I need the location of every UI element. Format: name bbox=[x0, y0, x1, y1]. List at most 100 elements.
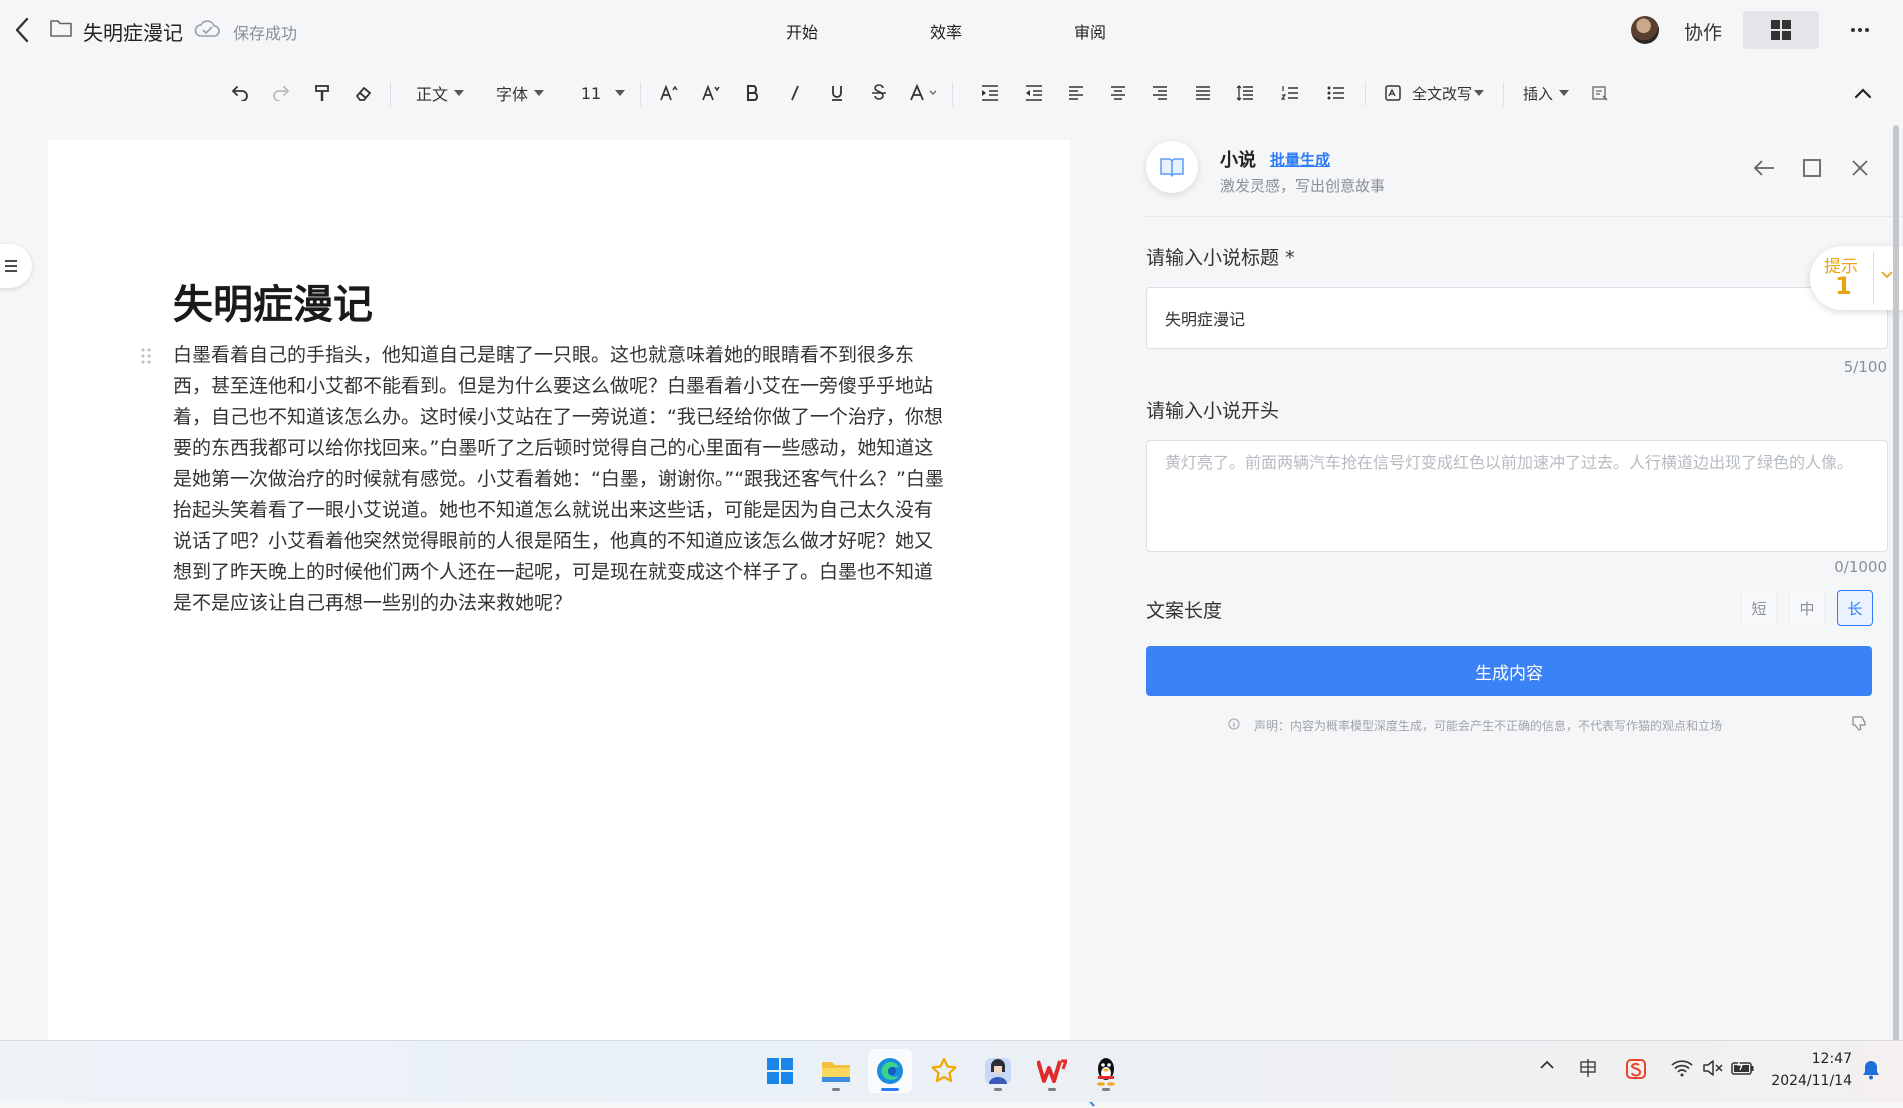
panel-close-button[interactable] bbox=[1846, 154, 1874, 182]
opening-field-label: 请输入小说开头 bbox=[1146, 400, 1280, 422]
panel-maximize-button[interactable] bbox=[1798, 154, 1826, 182]
line-spacing-button[interactable] bbox=[1231, 70, 1259, 116]
ordered-list-button[interactable] bbox=[1276, 70, 1304, 116]
strikethrough-button[interactable] bbox=[865, 70, 893, 116]
edge-browser-button[interactable] bbox=[868, 1049, 912, 1093]
wps-office-button[interactable] bbox=[1030, 1049, 1074, 1093]
user-avatar[interactable] bbox=[1631, 16, 1659, 44]
document-title[interactable]: 失明症漫记 bbox=[173, 272, 373, 330]
clock-date[interactable]: 2024/11/14 bbox=[1768, 1073, 1852, 1089]
indent-decrease-button[interactable] bbox=[1020, 70, 1048, 116]
caret-down-icon bbox=[1559, 90, 1569, 96]
menu-start[interactable]: 开始 bbox=[786, 19, 818, 43]
font-color-icon bbox=[910, 84, 937, 101]
menu-review[interactable]: 审阅 bbox=[1074, 19, 1106, 43]
more-options-button[interactable] bbox=[1846, 18, 1874, 42]
hint-badge[interactable]: 提示 1 bbox=[1810, 246, 1903, 310]
underline-icon bbox=[832, 86, 842, 101]
ai-rewrite-icon bbox=[1385, 85, 1401, 101]
bold-icon bbox=[747, 85, 759, 101]
thumbs-down-icon bbox=[1852, 716, 1866, 731]
grid-icon bbox=[1771, 20, 1791, 40]
insert-menu-button[interactable]: 插入 bbox=[1520, 70, 1572, 116]
full-rewrite-label: 全文改写 bbox=[1412, 84, 1473, 103]
decrease-font-icon bbox=[702, 84, 720, 101]
active-indicator bbox=[881, 1088, 899, 1091]
panel-back-button[interactable] bbox=[1750, 154, 1778, 182]
clock-time[interactable]: 12:47 bbox=[1768, 1051, 1852, 1067]
book-icon bbox=[1146, 141, 1198, 193]
qq-penguin-icon bbox=[1097, 1058, 1115, 1086]
font-color-button[interactable] bbox=[906, 70, 942, 116]
chevron-left-icon bbox=[15, 17, 29, 43]
strikethrough-icon bbox=[872, 84, 886, 100]
undo-button[interactable] bbox=[226, 70, 254, 116]
chevron-up-icon bbox=[1854, 88, 1872, 99]
paragraph-style-select[interactable]: 正文 bbox=[410, 70, 470, 116]
full-rewrite-button[interactable]: 全文改写 bbox=[1384, 70, 1494, 116]
format-painter-button[interactable] bbox=[308, 70, 336, 116]
panel-divider bbox=[1146, 216, 1903, 217]
italic-button[interactable] bbox=[781, 70, 809, 116]
justify-button[interactable] bbox=[1189, 70, 1217, 116]
info-icon bbox=[1228, 718, 1240, 730]
document-page[interactable]: 失明症漫记 白墨看着自己的手指头，他知道自己是瞎了一只眼。这也就意味着她的眼睛看… bbox=[48, 140, 1095, 1107]
align-center-button[interactable] bbox=[1104, 70, 1132, 116]
novel-opening-textarea[interactable] bbox=[1146, 440, 1888, 552]
running-indicator bbox=[994, 1088, 1002, 1091]
font-family-label: 字体 bbox=[495, 85, 528, 104]
decrease-font-button[interactable] bbox=[697, 70, 725, 116]
underline-button[interactable] bbox=[823, 70, 851, 116]
clear-format-button[interactable] bbox=[350, 70, 378, 116]
favorites-button[interactable] bbox=[922, 1049, 966, 1093]
font-size-select[interactable]: 11 bbox=[575, 70, 631, 116]
redo-button[interactable] bbox=[267, 70, 295, 116]
drag-handle-icon[interactable] bbox=[141, 348, 151, 364]
maximize-icon bbox=[1803, 159, 1821, 177]
bullet-list-button[interactable] bbox=[1322, 70, 1350, 116]
novel-generator-panel: 小说 批量生成 激发灵感，写出创意故事 请输入小说标题 * 5/100 请输入小… bbox=[1110, 130, 1903, 1060]
preview-button[interactable] bbox=[1587, 70, 1613, 116]
bold-button[interactable] bbox=[739, 70, 767, 116]
font-size-label: 11 bbox=[580, 83, 602, 103]
document-name[interactable]: 失明症漫记 bbox=[83, 17, 183, 46]
feedback-button[interactable] bbox=[1851, 715, 1867, 731]
notification-bell-icon[interactable] bbox=[1862, 1060, 1880, 1080]
volume-muted-icon[interactable] bbox=[1702, 1059, 1724, 1077]
novel-title-input[interactable] bbox=[1146, 287, 1888, 349]
wifi-icon[interactable] bbox=[1671, 1059, 1693, 1077]
indent-increase-button[interactable] bbox=[976, 70, 1004, 116]
show-hidden-icons-button[interactable] bbox=[1539, 1059, 1555, 1071]
generate-content-button[interactable]: 生成内容 bbox=[1146, 646, 1872, 696]
back-button[interactable] bbox=[6, 14, 38, 46]
folder-icon[interactable] bbox=[49, 18, 73, 38]
outline-toggle-button[interactable] bbox=[0, 244, 32, 288]
font-family-select[interactable]: 字体 bbox=[490, 70, 550, 116]
battery-icon[interactable] bbox=[1731, 1059, 1755, 1077]
sogou-icon[interactable] bbox=[1626, 1059, 1646, 1079]
qq-button[interactable] bbox=[1084, 1049, 1128, 1093]
chevron-down-icon[interactable] bbox=[1880, 270, 1894, 280]
length-long-button[interactable]: 长 bbox=[1837, 590, 1873, 626]
start-button[interactable] bbox=[758, 1049, 802, 1093]
undo-icon bbox=[232, 86, 248, 101]
assistant-app-button[interactable] bbox=[976, 1049, 1020, 1093]
collaborate-button[interactable]: 协作 bbox=[1684, 18, 1722, 45]
increase-font-button[interactable] bbox=[655, 70, 683, 116]
redo-icon bbox=[273, 86, 289, 101]
arrow-left-icon bbox=[1753, 160, 1774, 176]
length-short-button[interactable]: 短 bbox=[1741, 590, 1777, 626]
length-medium-button[interactable]: 中 bbox=[1789, 590, 1825, 626]
align-left-button[interactable] bbox=[1062, 70, 1090, 116]
input-method-button[interactable] bbox=[1578, 1059, 1598, 1077]
title-char-count: 5/100 bbox=[1843, 358, 1887, 376]
align-right-button[interactable] bbox=[1146, 70, 1174, 116]
batch-generate-link[interactable]: 批量生成 bbox=[1270, 149, 1330, 170]
file-explorer-button[interactable] bbox=[814, 1049, 858, 1093]
layout-toggle-button[interactable] bbox=[1743, 11, 1819, 49]
collapse-toolbar-button[interactable] bbox=[1848, 70, 1878, 116]
document-paragraph[interactable]: 白墨看着自己的手指头，他知道自己是瞎了一只眼。这也就意味着她的眼睛看不到很多东西… bbox=[173, 340, 947, 619]
menu-efficiency[interactable]: 效率 bbox=[930, 19, 962, 43]
caret-down-icon bbox=[454, 90, 464, 96]
panel-scrollbar[interactable] bbox=[1893, 125, 1899, 1060]
